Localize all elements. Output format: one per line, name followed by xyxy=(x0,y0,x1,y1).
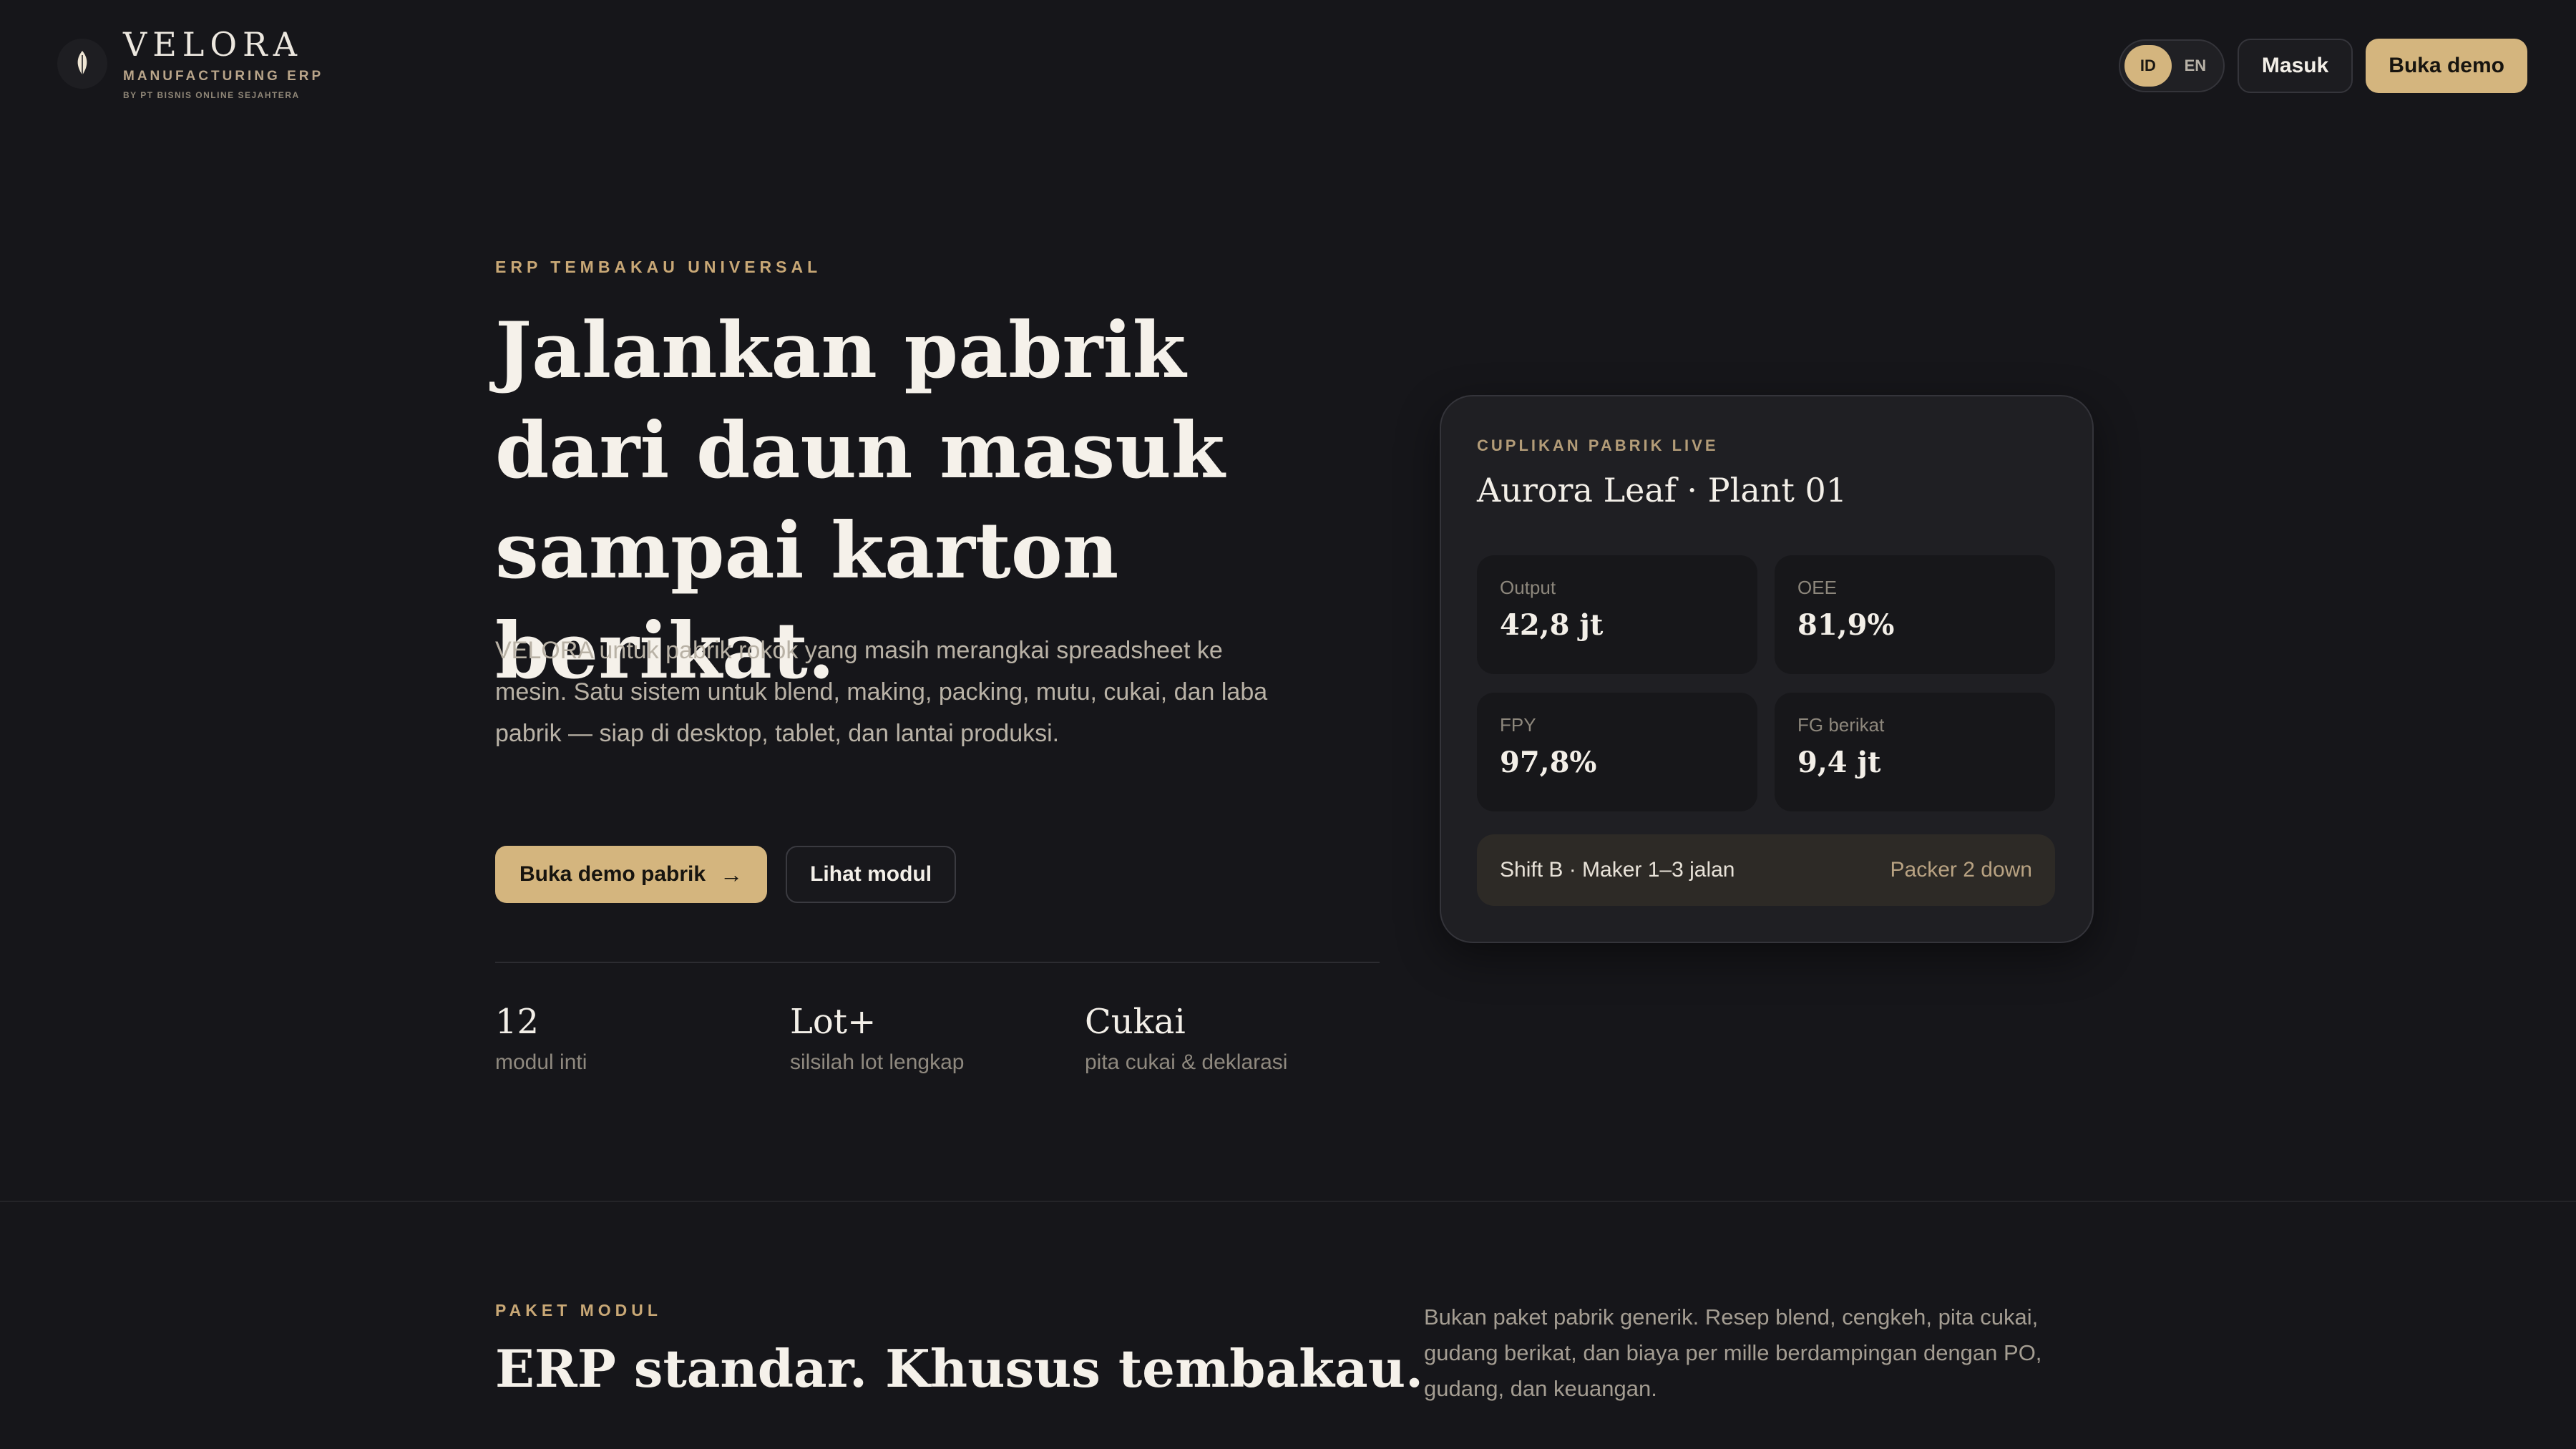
kpi-value: 97,8% xyxy=(1500,746,1597,779)
kpi-label: Output xyxy=(1500,577,1556,598)
modules-title: ERP standar. Khusus tembakau. xyxy=(495,1338,1424,1399)
view-modules-button[interactable]: Lihat modul xyxy=(786,846,957,903)
kpi-fpy: FPY 97,8% xyxy=(1477,693,1757,811)
lang-option-id[interactable]: ID xyxy=(2124,45,2172,87)
modules-description: Bukan paket pabrik generik. Resep blend,… xyxy=(1424,1304,2042,1401)
brand-name: VELORA xyxy=(123,25,303,64)
kpi-label: OEE xyxy=(1797,577,1837,598)
stat-label: pita cukai & deklarasi xyxy=(1085,1050,1288,1074)
kpi-value: 81,9% xyxy=(1797,608,1895,642)
demo-factory-button[interactable]: Buka demo pabrik → xyxy=(495,846,768,903)
kpi-oee: OEE 81,9% xyxy=(1775,555,2055,674)
login-button[interactable]: Masuk xyxy=(2237,39,2353,93)
hero-stats: 12 modul inti Lot+ silsilah lot lengkap … xyxy=(495,999,1380,1075)
kpi-fg-bonded: FG berikat 9,4 jt xyxy=(1775,693,2055,811)
brand-logo[interactable]: VELORA MANUFACTURING ERP BY PT BISNIS ON… xyxy=(57,26,323,100)
kpi-value: 9,4 jt xyxy=(1797,746,1881,779)
brand-subtitle: MANUFACTURING ERP xyxy=(123,69,324,84)
kpi-label: FG berikat xyxy=(1797,714,1885,736)
hero-description: VELORA untuk pabrik rokok yang masih mer… xyxy=(495,637,1268,747)
live-card-eyebrow: CUPLIKAN PABRIK LIVE xyxy=(1477,436,1719,454)
open-demo-button[interactable]: Buka demo xyxy=(2366,39,2527,93)
stat-label: modul inti xyxy=(495,1050,587,1074)
hero-divider xyxy=(495,962,1380,963)
stat-item: Cukai pita cukai & deklarasi xyxy=(1085,999,1380,1075)
kpi-output: Output 42,8 jt xyxy=(1477,555,1757,674)
leaf-icon xyxy=(57,39,107,89)
lang-option-en[interactable]: EN xyxy=(2172,45,2219,87)
shift-status-text: Shift B · Maker 1–3 jalan xyxy=(1500,858,1735,882)
live-card-title: Aurora Leaf · Plant 01 xyxy=(1477,471,1848,509)
live-factory-card: CUPLIKAN PABRIK LIVE Aurora Leaf · Plant… xyxy=(1440,395,2094,943)
kpi-label: FPY xyxy=(1500,714,1536,736)
stat-label: silsilah lot lengkap xyxy=(790,1050,965,1074)
stat-value: 12 xyxy=(495,1002,540,1042)
shift-status-bar: Shift B · Maker 1–3 jalan Packer 2 down xyxy=(1477,834,2055,906)
section-divider xyxy=(0,1201,2576,1202)
stat-item: Lot+ silsilah lot lengkap xyxy=(790,999,1085,1075)
stat-value: Cukai xyxy=(1085,1002,1186,1042)
stat-item: 12 modul inti xyxy=(495,999,790,1075)
site-header: VELORA MANUFACTURING ERP BY PT BISNIS ON… xyxy=(0,0,2576,129)
brand-company: BY PT BISNIS ONLINE SEJAHTERA xyxy=(123,90,300,100)
kpi-value: 42,8 jt xyxy=(1500,608,1604,642)
arrow-right-icon: → xyxy=(720,861,743,887)
language-toggle: ID EN xyxy=(2118,39,2225,92)
modules-eyebrow: PAKET MODUL xyxy=(495,1301,662,1319)
shift-alert-text: Packer 2 down xyxy=(1890,858,2032,882)
hero-eyebrow: ERP TEMBAKAU UNIVERSAL xyxy=(495,258,822,276)
stat-value: Lot+ xyxy=(790,1002,877,1042)
demo-factory-label: Buka demo pabrik xyxy=(519,862,706,886)
